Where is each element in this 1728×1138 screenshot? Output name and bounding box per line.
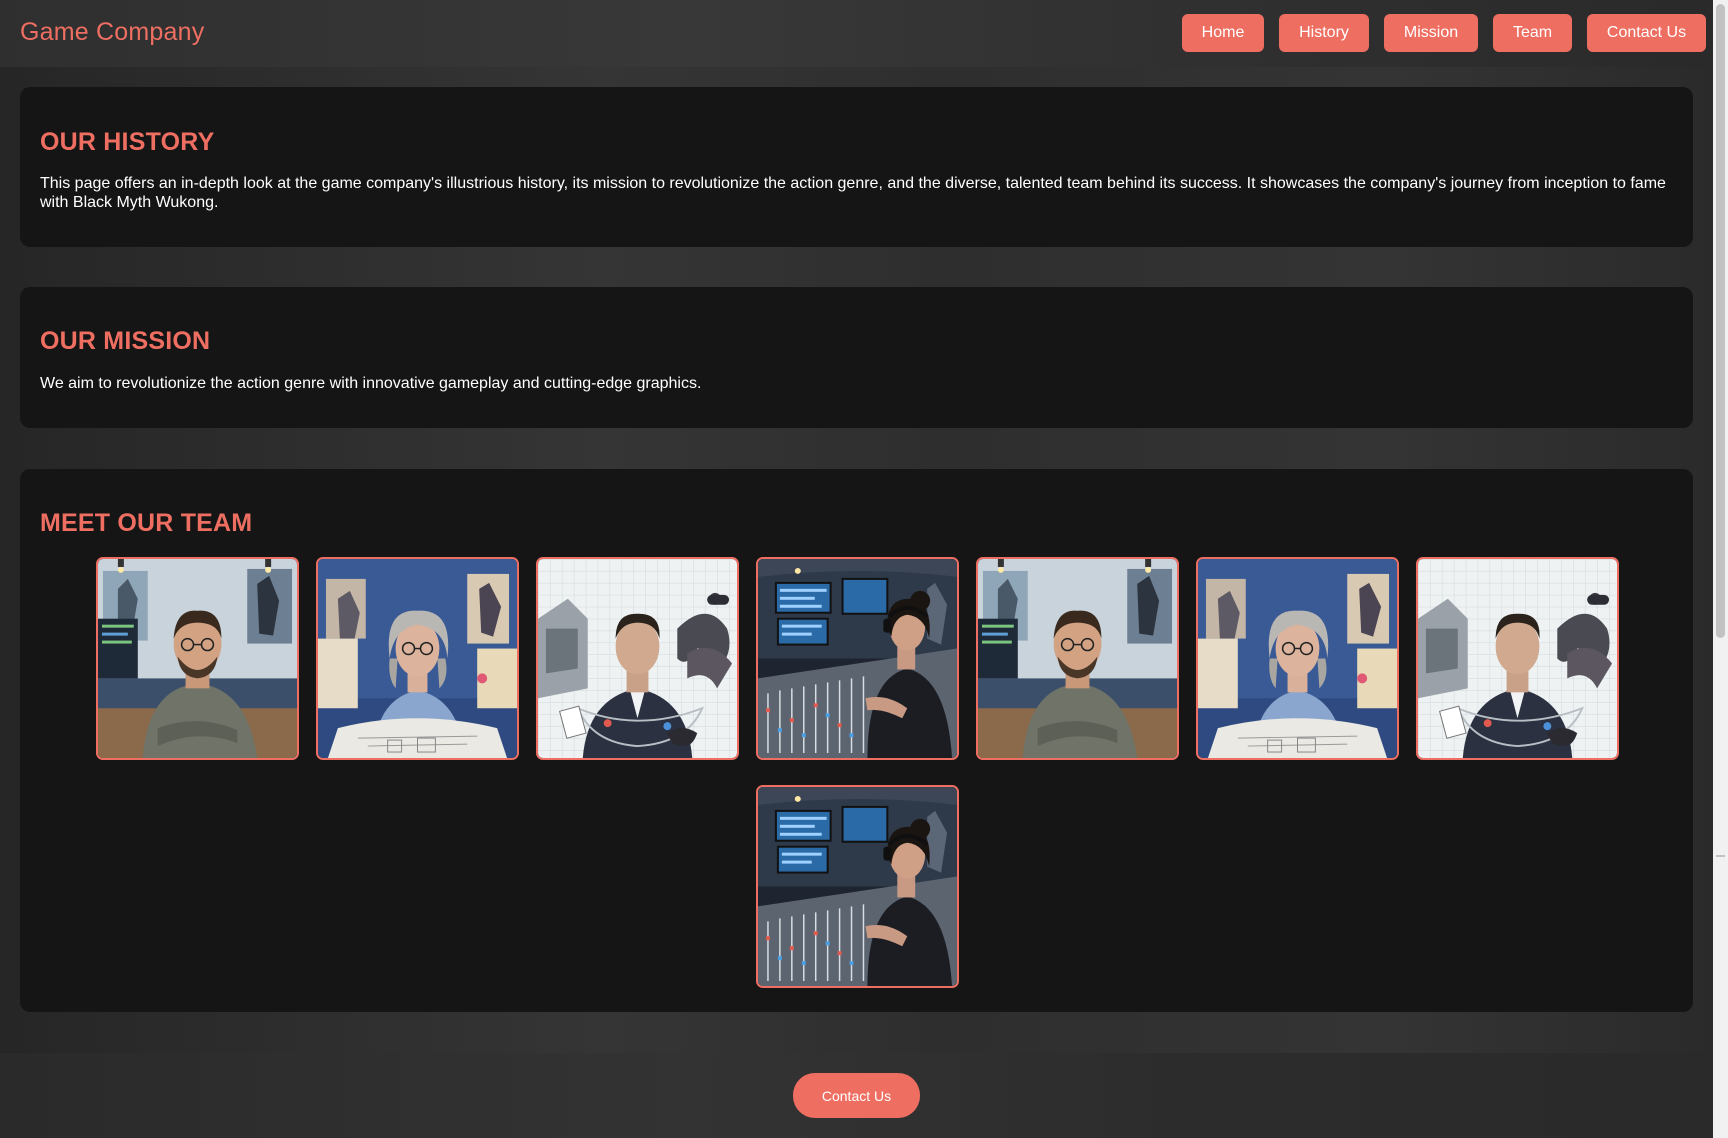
team-member-card[interactable] [536,557,739,760]
site-header: Game Company Home History Mission Team C… [0,0,1713,67]
team-member-card[interactable] [756,557,959,760]
team-member-portrait [758,787,957,986]
history-section: OUR HISTORY This page offers an in-depth… [20,87,1693,247]
mission-section: OUR MISSION We aim to revolutionize the … [20,287,1693,428]
nav-mission-button[interactable]: Mission [1384,14,1478,52]
page: Game Company Home History Mission Team C… [0,0,1728,1138]
team-member-portrait [1198,559,1397,758]
team-member-card[interactable] [96,557,299,760]
scrollbar-marker [1716,855,1725,857]
nav-contact-button[interactable]: Contact Us [1587,14,1706,52]
team-member-portrait [98,559,297,758]
team-member-portrait [318,559,517,758]
team-member-card[interactable] [1416,557,1619,760]
team-member-portrait [538,559,737,758]
team-member-card[interactable] [976,557,1179,760]
site-footer: Contact Us [0,1053,1713,1138]
team-member-portrait [978,559,1177,758]
team-title: MEET OUR TEAM [40,509,253,537]
team-member-card[interactable] [756,785,959,988]
vertical-scrollbar[interactable] [1713,0,1728,1138]
footer-contact-button[interactable]: Contact Us [793,1073,920,1118]
mission-title: OUR MISSION [40,327,211,355]
team-member-card[interactable] [1196,557,1399,760]
nav-home-button[interactable]: Home [1182,14,1264,52]
team-member-card[interactable] [316,557,519,760]
history-title: OUR HISTORY [40,128,215,156]
history-text: This page offers an in-depth look at the… [40,175,1666,211]
nav-team-button[interactable]: Team [1493,14,1572,52]
team-section: MEET OUR TEAM [20,469,1693,1012]
brand-logo[interactable]: Game Company [20,18,204,47]
scrollbar-thumb[interactable] [1716,4,1725,638]
team-member-portrait [1418,559,1617,758]
team-member-portrait [758,559,957,758]
mission-text: We aim to revolutionize the action genre… [40,375,702,392]
nav-history-button[interactable]: History [1279,14,1369,52]
